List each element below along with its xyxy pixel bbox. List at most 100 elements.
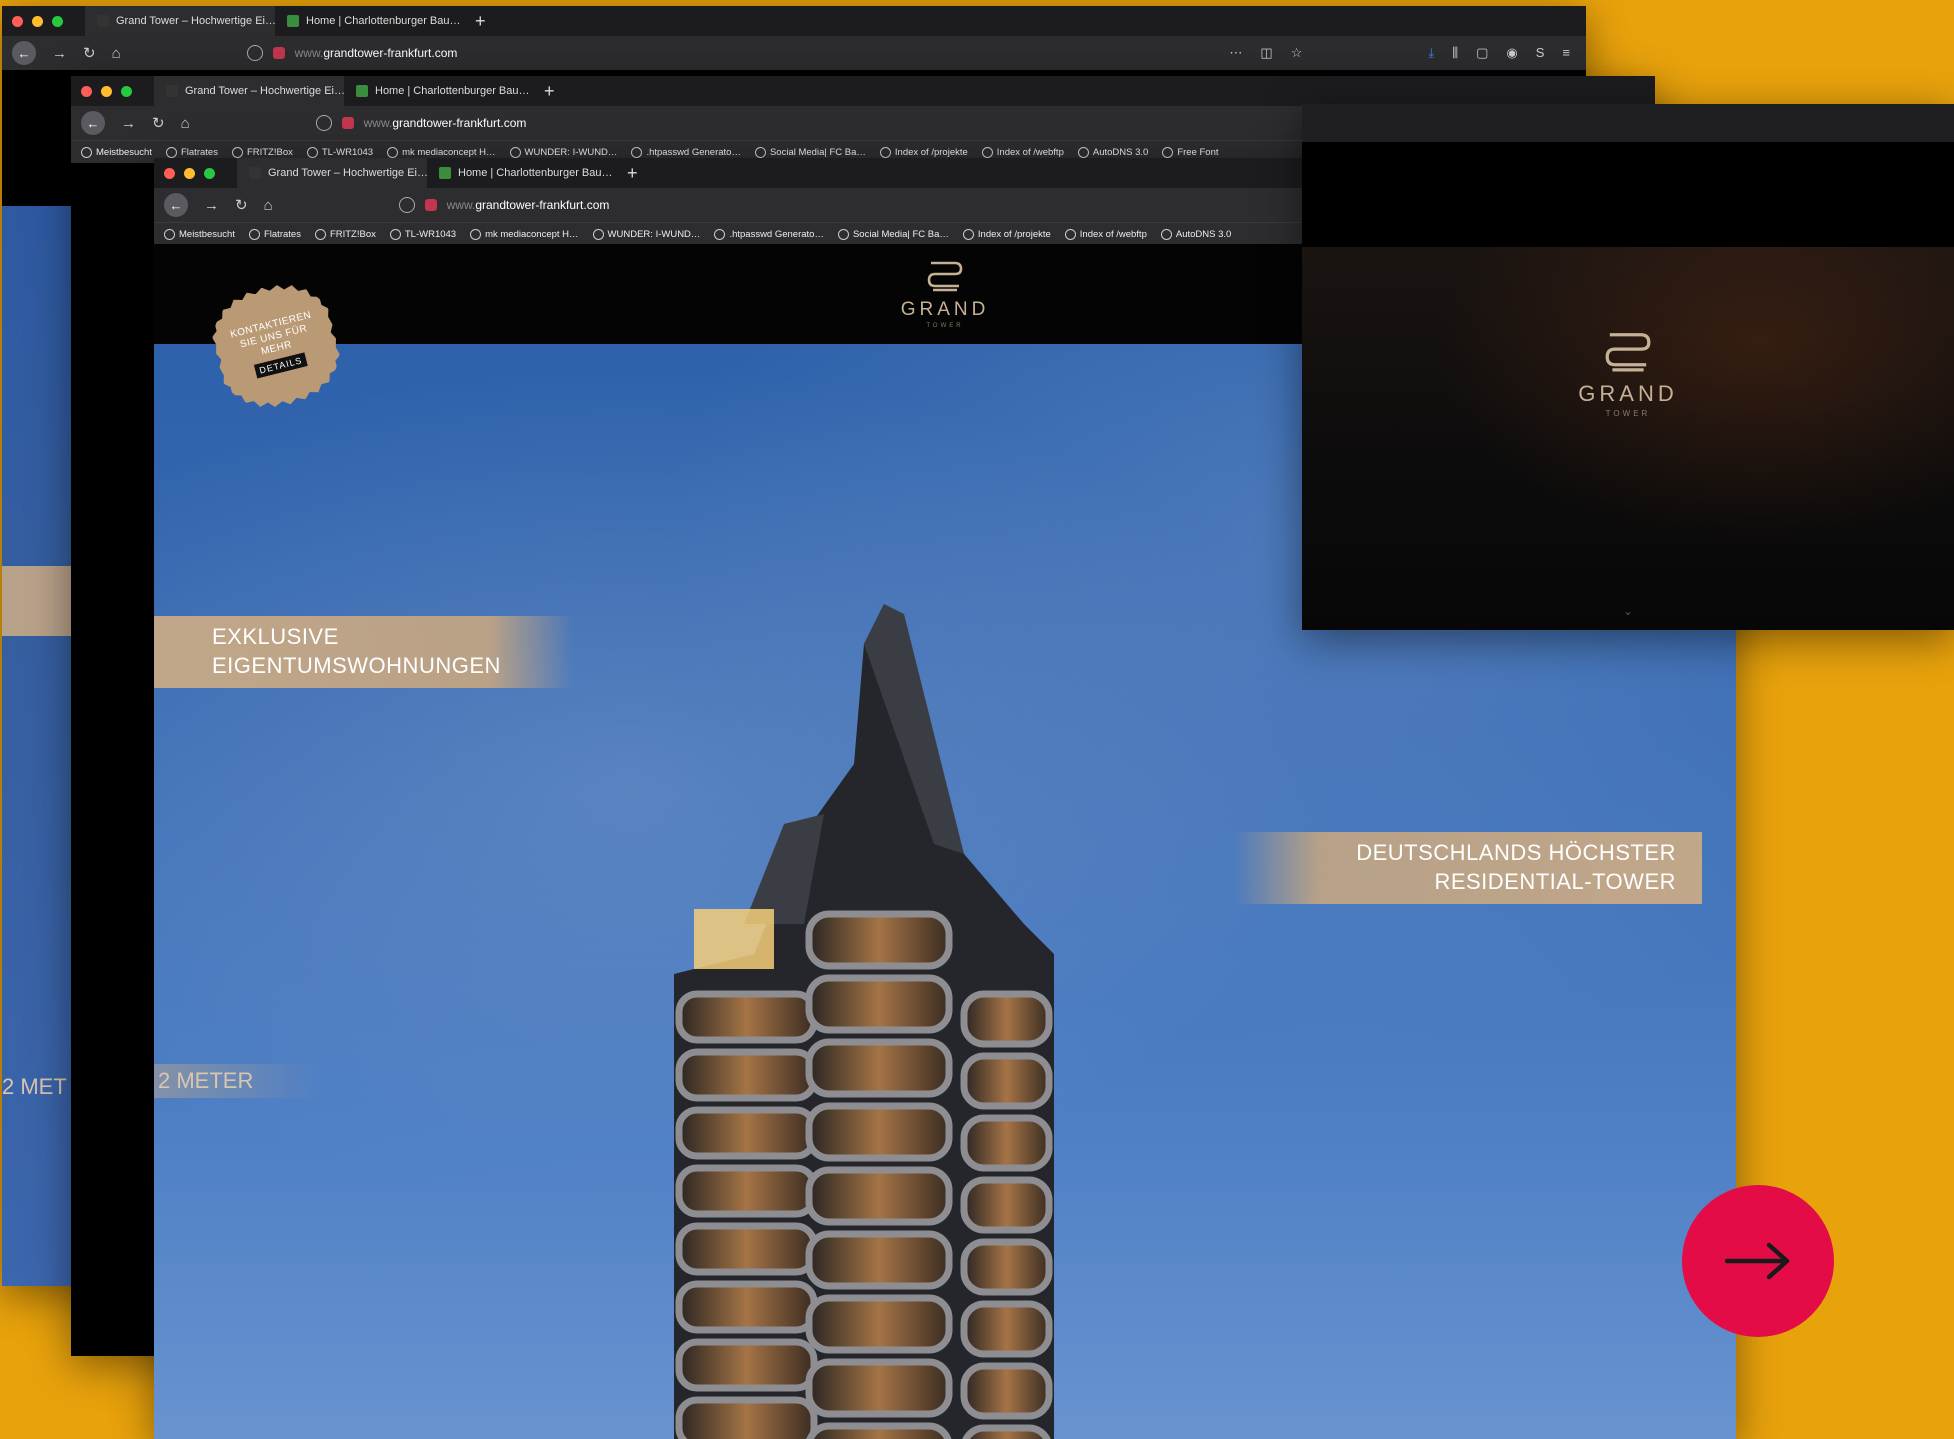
tab-title: Home | Charlottenburger Bau… xyxy=(458,167,613,179)
bookmark-icon xyxy=(592,228,604,240)
next-slide-button[interactable] xyxy=(1682,1185,1834,1337)
bookmark-item[interactable]: Free Font xyxy=(1162,146,1219,158)
minimize-window-button[interactable] xyxy=(184,167,195,179)
zoom-window-button[interactable] xyxy=(204,167,215,179)
bookmark-item[interactable]: .htpasswd Generato… xyxy=(714,228,824,240)
reload-icon[interactable]: ↻ xyxy=(152,114,165,132)
address-bar[interactable]: www.grandtower-frankfurt.com xyxy=(246,45,458,61)
bookmark-label: Flatrates xyxy=(263,228,301,240)
bookmark-icon xyxy=(306,146,318,158)
tab-charlottenburger[interactable]: Home | Charlottenburger Bau… ✕ xyxy=(344,76,534,106)
bookmark-item[interactable]: FRITZ!Box xyxy=(314,228,376,240)
bookmark-item[interactable]: AutoDNS 3.0 xyxy=(1160,228,1231,240)
bookmark-icon xyxy=(509,146,521,158)
tab-favicon-icon xyxy=(249,167,261,179)
zoom-window-button[interactable] xyxy=(52,15,63,27)
more-icon[interactable]: ⋯ xyxy=(1229,45,1242,61)
bookmark-item[interactable]: AutoDNS 3.0 xyxy=(1077,146,1148,158)
scroll-down-icon[interactable]: ⌄ xyxy=(1623,604,1633,618)
window-controls xyxy=(81,85,132,97)
library-icon[interactable]: ⫼ xyxy=(1452,45,1458,61)
bookmark-star-icon[interactable]: ☆ xyxy=(1291,45,1303,61)
new-tab-icon[interactable]: + xyxy=(534,81,565,102)
tab-grand-tower[interactable]: Grand Tower – Hochwertige Ei… ✕ xyxy=(154,76,344,106)
minimize-window-button[interactable] xyxy=(101,85,112,97)
download-icon[interactable]: ⤓ xyxy=(1428,45,1434,61)
info-icon[interactable] xyxy=(246,45,263,61)
sidebar-icon[interactable]: ▢ xyxy=(1476,45,1488,61)
url-domain: grandtower-frankfurt.com xyxy=(323,46,458,60)
bookmark-icon xyxy=(231,146,243,158)
bookmark-label: mk mediaconcept H… xyxy=(485,228,579,240)
close-window-button[interactable] xyxy=(164,167,175,179)
info-icon[interactable] xyxy=(398,197,415,213)
home-icon[interactable]: ⌂ xyxy=(181,115,190,132)
bookmark-item[interactable]: Flatrates xyxy=(248,228,301,240)
home-icon[interactable]: ⌂ xyxy=(112,45,121,62)
window-chrome: Grand Tower – Hochwertige Ei… ✕ Home | C… xyxy=(2,6,1586,70)
back-button[interactable]: ← xyxy=(164,193,188,217)
back-button[interactable]: ← xyxy=(12,41,36,65)
s-extension-icon[interactable]: S xyxy=(1536,45,1545,61)
tab-favicon-icon xyxy=(356,85,368,97)
ribbon-line-1: EXKLUSIVE xyxy=(212,624,339,649)
pocket-icon[interactable]: ◫ xyxy=(1260,45,1272,61)
logo-subtitle: TOWER xyxy=(926,323,964,329)
bookmark-item[interactable]: WUNDER: I-WUND… xyxy=(592,228,701,240)
reload-icon[interactable]: ↻ xyxy=(235,196,248,214)
bookmark-item[interactable]: TL-WR1043 xyxy=(389,228,456,240)
bookmark-item[interactable]: TL-WR1043 xyxy=(306,146,373,158)
grand-tower-logo-icon xyxy=(927,261,963,292)
new-tab-icon[interactable]: + xyxy=(465,11,496,32)
bookmark-item[interactable]: .htpasswd Generato… xyxy=(631,146,741,158)
tower-image xyxy=(674,604,1054,1439)
bookmark-icon xyxy=(81,146,92,158)
bookmark-icon xyxy=(387,146,399,158)
page-edge-left: 2 MET xyxy=(2,206,82,1286)
bookmark-icon xyxy=(1160,228,1172,240)
bookmark-item[interactable]: Index of /projekte xyxy=(879,146,968,158)
close-window-button[interactable] xyxy=(81,85,92,97)
bookmark-item[interactable]: mk mediaconcept H… xyxy=(387,146,496,158)
extension-icon[interactable]: ◉ xyxy=(1506,45,1517,61)
close-window-button[interactable] xyxy=(12,15,23,27)
bookmark-item[interactable]: Meistbesucht xyxy=(81,146,152,158)
ribbon-line-1: DEUTSCHLANDS HÖCHSTER xyxy=(1356,840,1676,865)
zoom-window-button[interactable] xyxy=(121,85,132,97)
thumbnail-logo-title: GRAND xyxy=(1578,381,1678,406)
menu-icon[interactable]: ≡ xyxy=(1562,45,1570,61)
address-bar[interactable]: www.grandtower-frankfurt.com xyxy=(398,197,609,213)
tab-title: Grand Tower – Hochwertige Ei… xyxy=(268,167,427,179)
bookmark-item[interactable]: FRITZ!Box xyxy=(231,146,293,158)
bookmark-label: Index of /projekte xyxy=(894,146,968,158)
tab-charlottenburger[interactable]: Home | Charlottenburger Bau… ✕ xyxy=(275,6,465,36)
bookmark-item[interactable]: Social Media| FC Ba… xyxy=(754,146,866,158)
bookmark-item[interactable]: Index of /webftp xyxy=(1064,228,1147,240)
back-button[interactable]: ← xyxy=(81,111,105,135)
home-icon[interactable]: ⌂ xyxy=(264,197,273,214)
tab-grand-tower[interactable]: Grand Tower – Hochwertige Ei… ✕ xyxy=(85,6,275,36)
ribbon-hoechster: DEUTSCHLANDS HÖCHSTER RESIDENTIAL-TOWER xyxy=(1234,832,1702,904)
info-icon[interactable] xyxy=(315,115,332,131)
new-tab-icon[interactable]: + xyxy=(617,163,648,184)
tab-title: Home | Charlottenburger Bau… xyxy=(375,85,530,97)
reload-icon[interactable]: ↻ xyxy=(83,44,96,62)
address-bar[interactable]: www.grandtower-frankfurt.com xyxy=(315,115,526,131)
forward-button[interactable]: → xyxy=(204,197,219,214)
bookmark-item[interactable]: Flatrates xyxy=(165,146,218,158)
bookmark-item[interactable]: Meistbesucht xyxy=(164,228,235,240)
bookmark-icon xyxy=(164,228,175,240)
bookmark-item[interactable]: Index of /webftp xyxy=(981,146,1064,158)
bookmark-item[interactable]: Index of /projekte xyxy=(962,228,1051,240)
bookmark-item[interactable]: WUNDER: I-WUND… xyxy=(509,146,617,158)
tab-charlottenburger[interactable]: Home | Charlottenburger Bau… ✕ xyxy=(427,158,617,188)
tab-favicon-icon xyxy=(287,15,299,27)
forward-button[interactable]: → xyxy=(52,45,67,62)
bookmark-label: WUNDER: I-WUND… xyxy=(607,228,701,240)
forward-button[interactable]: → xyxy=(121,115,136,132)
tab-grand-tower[interactable]: Grand Tower – Hochwertige Ei… ✕ xyxy=(237,158,427,188)
bookmark-item[interactable]: Social Media| FC Ba… xyxy=(837,228,949,240)
bookmark-item[interactable]: mk mediaconcept H… xyxy=(470,228,579,240)
site-favicon-icon xyxy=(341,117,354,129)
minimize-window-button[interactable] xyxy=(32,15,43,27)
